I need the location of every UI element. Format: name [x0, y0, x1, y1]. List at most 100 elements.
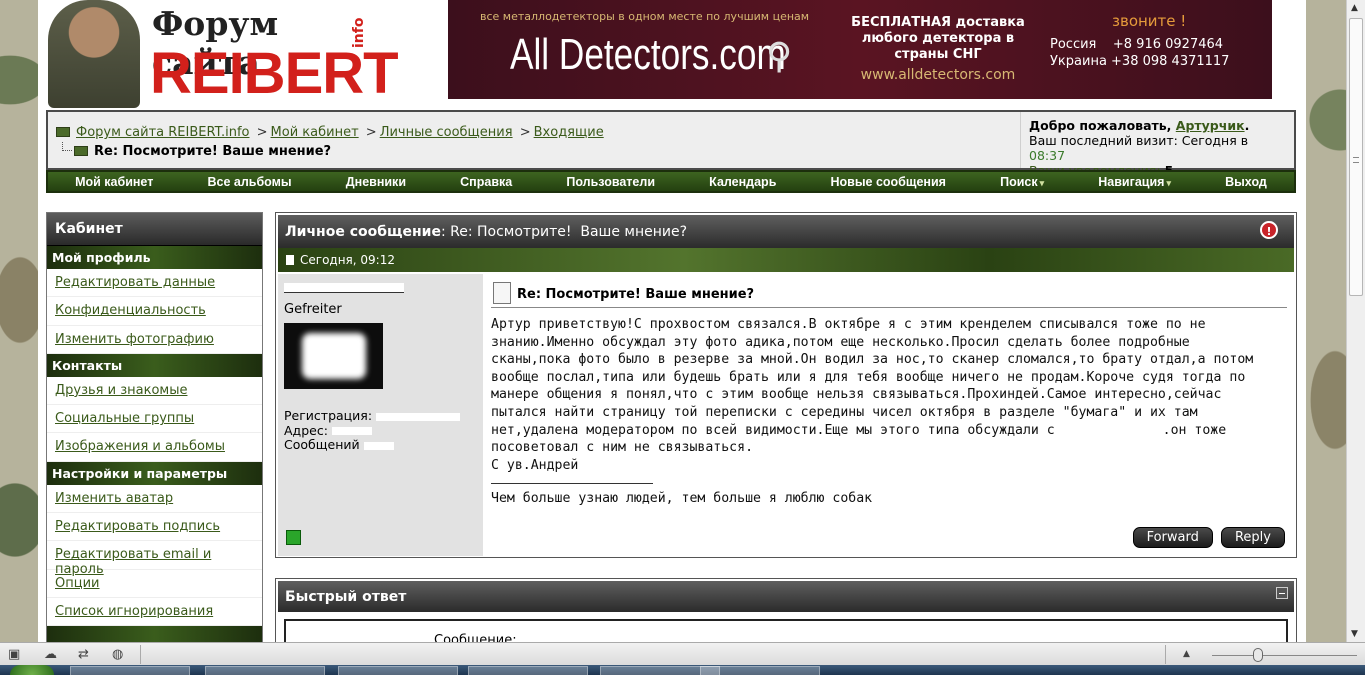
sidebar-item: Изменить аватар: [47, 485, 262, 514]
nav-item-calendar[interactable]: Календарь: [709, 175, 776, 189]
message-title-text: Re: Посмотрите! Ваше мнение?: [517, 287, 755, 302]
nav-item-albums[interactable]: Все альбомы: [207, 175, 291, 189]
collapse-icon[interactable]: [1276, 587, 1288, 599]
sidebar-item: Изображения и альбомы: [47, 433, 262, 462]
nav-item-logout[interactable]: Выход: [1225, 175, 1267, 189]
nav-item-navigation[interactable]: Навигация ▾: [1098, 175, 1171, 189]
reg-label: Регистрация:: [284, 408, 373, 423]
pm-header-subject: Re: Посмотрите! Ваше мнение?: [450, 224, 688, 240]
forum-logo[interactable]: Форум сайта REIBERT info: [46, 0, 399, 108]
chevron-down-icon: ▾: [1166, 177, 1171, 188]
sender-name[interactable]: [284, 280, 477, 296]
sender-meta: Регистрация: Адрес: Сообщений: [284, 408, 477, 453]
sender-rank: Gefreiter: [284, 302, 342, 317]
sender-address: Адрес:: [284, 423, 477, 439]
sidebar-link-options[interactable]: Опции: [55, 576, 99, 591]
message-line: Артур приветствую!С прохвостом связался.…: [491, 317, 1206, 332]
logo-suffix: info: [351, 17, 367, 48]
message-label: Сообщение:: [434, 633, 517, 642]
chevron-down-icon: ▾: [1039, 177, 1045, 188]
taskbar-button[interactable]: [205, 666, 325, 675]
scrollbar-thumb[interactable]: [1349, 18, 1363, 296]
banner-url: www.alldetectors.com: [860, 67, 1016, 83]
breadcrumb-box: Форум сайта REIBERT.info > Мой кабинет > Л…: [46, 110, 1296, 178]
nav-item-cabinet[interactable]: Мой кабинет: [75, 175, 153, 189]
breadcrumb-separator: >: [519, 125, 531, 140]
scroll-up-icon[interactable]: ▲: [1351, 3, 1358, 13]
pm-user-info: Gefreiter Регистрация: Адрес: Сообщений: [278, 274, 483, 556]
nav-item-search[interactable]: Поиск ▾: [1000, 175, 1044, 189]
browser-status-bar: ▣ ☁ ⇄ ◍ ▲: [0, 642, 1365, 665]
vertical-scrollbar[interactable]: ▲ ▼: [1346, 0, 1365, 642]
taskbar-button[interactable]: [70, 666, 190, 675]
sidebar-link-ignore-list[interactable]: Список игнорирования: [55, 604, 213, 619]
nav-item-help[interactable]: Справка: [460, 175, 512, 189]
breadcrumb-cabinet[interactable]: Мой кабинет: [271, 125, 359, 140]
sidebar-link-avatar[interactable]: Изменить аватар: [55, 491, 173, 506]
scroll-down-icon[interactable]: ▼: [1351, 629, 1358, 639]
sidebar-section-more: [47, 626, 262, 642]
posts-label: Сообщений: [284, 437, 360, 452]
pm-date-bar: Сегодня, 09:12: [278, 248, 1294, 272]
zoom-slider-track[interactable]: [1212, 655, 1357, 656]
sidebar-item: Социальные группы: [47, 405, 262, 434]
sender-registration: Регистрация:: [284, 408, 477, 424]
share-icon[interactable]: ⇄: [78, 647, 89, 662]
breadcrumb-current: Re: Посмотрите! Ваше мнение?: [62, 142, 331, 159]
cloud-icon[interactable]: ☁: [44, 647, 57, 662]
message-line: С ув.Андрей: [491, 457, 579, 473]
sidebar-link-signature[interactable]: Редактировать подпись: [55, 519, 220, 534]
sidebar-section-profile: Мой профиль: [47, 246, 262, 269]
sidebar-item: Список игнорирования: [47, 598, 262, 627]
message-title: Re: Посмотрите! Ваше мнение?: [491, 282, 1287, 308]
reply-button[interactable]: Reply: [1220, 527, 1285, 548]
page-icon[interactable]: ▣: [8, 647, 20, 662]
welcome-greeting: Добро пожаловать,: [1029, 118, 1172, 133]
signature: Чем больше узнаю людей, тем больше я люб…: [491, 491, 873, 507]
banner-call: звоните !: [1112, 12, 1187, 30]
zoom-slider-thumb[interactable]: [1253, 648, 1263, 662]
nav-navigation-label: Навигация: [1098, 174, 1165, 189]
taskbar-button[interactable]: [468, 666, 588, 675]
nav-item-users[interactable]: Пользователи: [566, 175, 655, 189]
sidebar-title: Кабинет: [47, 213, 262, 246]
sidebar-item: Редактировать подпись: [47, 513, 262, 542]
speed-dial-icon[interactable]: ◍: [112, 647, 123, 662]
sidebar-item: Изменить фотографию: [47, 326, 262, 354]
breadcrumb-inbox[interactable]: Входящие: [534, 125, 604, 140]
welcome-line: Добро пожаловать, Артурчик.: [1029, 118, 1250, 133]
current-page-title: Re: Посмотрите! Ваше мнение?: [94, 144, 332, 159]
message-line: нет,удалена модератором по всей видимост…: [491, 422, 1287, 440]
sender-posts: Сообщений: [284, 437, 477, 453]
private-message: Личное сообщение: Re: Посмотрите! Ваше м…: [275, 212, 1297, 558]
sidebar-link-edit-data[interactable]: Редактировать данные: [55, 275, 215, 290]
message-line: знанию.Именно обсуждал эту фото адика,по…: [491, 334, 1190, 350]
forward-button[interactable]: Forward: [1132, 527, 1213, 548]
ad-banner[interactable]: все металлодетекторы в одном месте по лу…: [448, 0, 1272, 99]
message-text: Артур приветствую!С прохвостом связался.…: [491, 316, 1287, 508]
sidebar-link-privacy[interactable]: Конфиденциальность: [55, 303, 206, 318]
username-link[interactable]: Артурчик: [1176, 118, 1245, 133]
metal-detector-icon: ⚲: [766, 36, 793, 77]
chevron-up-icon[interactable]: ▲: [1183, 649, 1190, 659]
nav-item-diaries[interactable]: Дневники: [346, 175, 406, 189]
start-button[interactable]: [10, 665, 54, 675]
quick-reply-title: Быстрый ответ: [285, 589, 407, 605]
banner-shipping: БЕСПЛАТНАЯ доставка любого детектора в с…: [851, 15, 1025, 62]
sidebar-link-change-photo[interactable]: Изменить фотографию: [55, 332, 214, 347]
last-visit-label: Ваш последний визит: Сегодня в: [1029, 133, 1249, 148]
breadcrumb-private-messages[interactable]: Личные сообщения: [380, 125, 513, 140]
taskbar-button[interactable]: [700, 666, 820, 675]
message-actions: Forward Reply: [1129, 527, 1285, 548]
banner-tagline: все металлодетекторы в одном месте по лу…: [480, 10, 810, 23]
taskbar-button[interactable]: [338, 666, 458, 675]
sender-avatar[interactable]: [284, 323, 383, 389]
sidebar-link-friends[interactable]: Друзья и знакомые: [55, 383, 187, 398]
sidebar-item: Конфиденциальность: [47, 297, 262, 326]
sidebar-link-groups[interactable]: Социальные группы: [55, 411, 194, 426]
sidebar-link-albums[interactable]: Изображения и альбомы: [55, 439, 225, 454]
breadcrumb-forum[interactable]: Форум сайта REIBERT.info: [76, 125, 249, 140]
report-icon[interactable]: !: [1260, 221, 1278, 239]
nav-item-new-posts[interactable]: Новые сообщения: [831, 175, 946, 189]
soldier-logo-image: [48, 0, 140, 108]
